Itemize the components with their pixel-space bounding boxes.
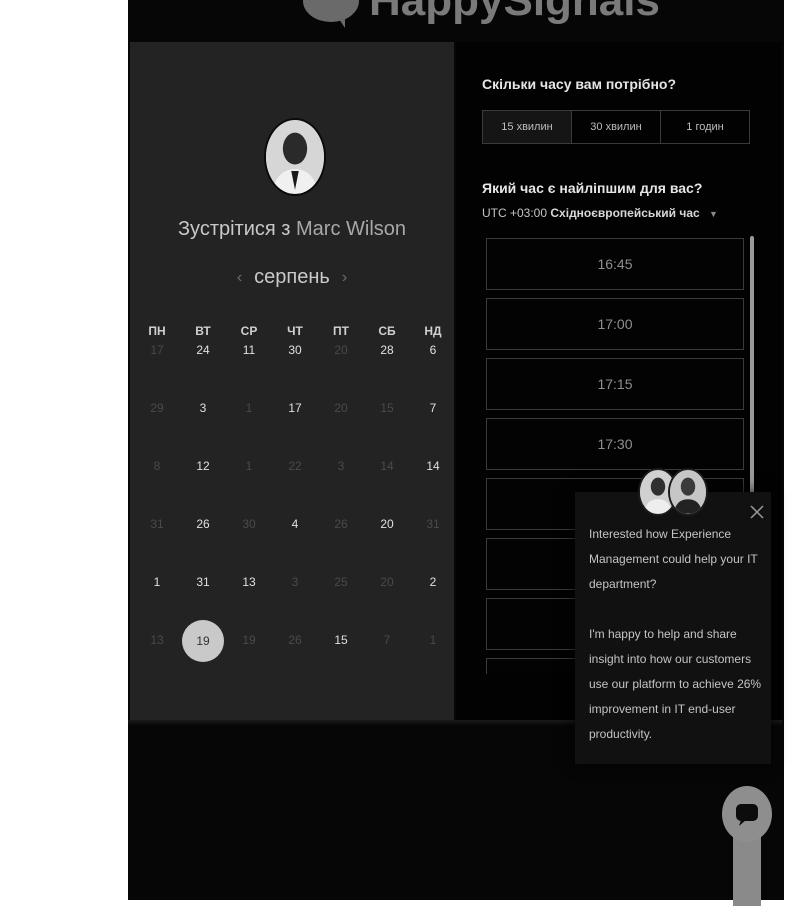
calendar-day[interactable]: 15 [318, 632, 364, 690]
calendar-day[interactable]: 14 [410, 458, 456, 516]
calendar-day: 3 [337, 459, 345, 473]
selected-day[interactable]: 19 [182, 620, 224, 662]
popup-paragraph: I'm happy to help and share insight into… [589, 627, 762, 741]
calendar-day[interactable]: 3 [180, 400, 226, 458]
calendar-day: 26 [288, 633, 302, 647]
meeting-title: Зустрітися з Marc Wilson [130, 218, 454, 241]
next-month-icon[interactable]: › [342, 269, 347, 287]
calendar-day: 14 [380, 459, 394, 473]
popup-message: Interested how Experience Management cou… [589, 522, 763, 772]
time-slot[interactable]: 17:30 [486, 418, 744, 470]
calendar-week: 29 3 1 17 20 15 7 [134, 400, 456, 458]
calendar-week: 17 24 11 30 20 28 6 [134, 342, 456, 400]
calendar-day: 7 [383, 633, 391, 647]
calendar-day[interactable]: 20 [364, 516, 410, 574]
duration-option-30[interactable]: 30 хвилин [572, 111, 661, 143]
brand-name: HappySignals [369, 0, 660, 25]
popup-paragraph: Interested how Experience Management cou… [589, 527, 758, 591]
timezone-selector[interactable]: UTC +03:00 Східноєвропейський час ▼ [482, 206, 718, 220]
weekday-label: ЧТ [287, 324, 303, 338]
calendar-day[interactable]: 28 [364, 342, 410, 400]
time-slot[interactable]: 17:15 [486, 358, 744, 410]
duration-selector: 15 хвилин 30 хвилин 1 годин [482, 110, 750, 144]
calendar-day[interactable]: 4 [272, 516, 318, 574]
brand-logo: HappySignals [303, 0, 660, 28]
calendar-day: 22 [288, 459, 302, 473]
calendar-week: 31 26 30 4 26 20 31 [134, 516, 456, 574]
calendar-day: 15 [380, 401, 394, 415]
weekday-label: НД [424, 324, 442, 338]
host-calendar-panel: Зустрітися з Marc Wilson ‹ серпень › ПН … [130, 42, 454, 720]
weekday-header: ПН ВТ СР ЧТ ПТ СБ НД [134, 324, 456, 338]
calendar-day[interactable]: 24 [180, 342, 226, 400]
month-label: серпень [254, 266, 330, 288]
calendar-week: 8 12 1 22 3 14 14 [134, 458, 456, 516]
calendar-day: 1 [245, 459, 253, 473]
weekday-label: ПН [148, 324, 166, 338]
chat-icon [736, 804, 758, 826]
calendar-day: 26 [334, 517, 348, 531]
calendar-day: 25 [334, 575, 348, 589]
calendar-day: 20 [334, 401, 348, 415]
timezone-offset: UTC +03:00 [482, 206, 548, 220]
time-slot-scrollbar[interactable] [750, 236, 754, 496]
meeting-prefix: Зустрітися з [177, 218, 291, 240]
calendar-day: 20 [334, 343, 348, 357]
calendar-week: 1 31 13 3 25 20 2 [134, 574, 456, 632]
calendar-day[interactable]: 1 [134, 574, 180, 632]
close-icon[interactable] [749, 504, 765, 520]
chat-popup: Interested how Experience Management cou… [575, 492, 771, 764]
duration-option-15[interactable]: 15 хвилин [483, 111, 572, 143]
host-name: Marc Wilson [296, 218, 407, 240]
calendar-day: 1 [429, 633, 437, 647]
calendar-day[interactable]: 17 [272, 400, 318, 458]
weekday-label: ВТ [195, 324, 211, 338]
calendar-day: 31 [426, 517, 440, 531]
caret-down-icon: ▼ [709, 209, 718, 219]
time-slot[interactable]: 17:00 [486, 298, 744, 350]
calendar-day: 3 [291, 575, 299, 589]
calendar-day: 31 [150, 517, 164, 531]
agent-avatar [668, 468, 708, 516]
calendar-day[interactable]: 11 [226, 342, 272, 400]
time-slot[interactable]: 16:45 [486, 238, 744, 290]
calendar-day: 13 [150, 633, 164, 647]
calendar-day: 1 [245, 401, 253, 415]
duration-option-60[interactable]: 1 годин [661, 111, 749, 143]
calendar-day: 8 [153, 459, 161, 473]
calendar-day[interactable]: 2 [410, 574, 456, 632]
agent-avatars [638, 468, 710, 518]
weekday-label: СБ [378, 324, 396, 338]
calendar-day[interactable]: 30 [272, 342, 318, 400]
duration-question: Скільки часу вам потрібно? [482, 76, 677, 92]
calendar-day[interactable]: 13 [226, 574, 272, 632]
chat-launcher-button[interactable] [722, 786, 772, 842]
month-navigation: ‹ серпень › [130, 266, 454, 289]
previous-month-icon[interactable]: ‹ [237, 269, 242, 287]
calendar-day: 20 [380, 575, 394, 589]
calendar-day[interactable]: 26 [180, 516, 226, 574]
calendar-day: 17 [150, 343, 164, 357]
calendar-week: 13 19 19 26 15 7 1 [134, 620, 456, 690]
timezone-name: Східноєвропейський час [550, 206, 700, 220]
calendar-day[interactable]: 6 [410, 342, 456, 400]
weekday-label: СР [240, 324, 258, 338]
weekday-label: ПТ [333, 324, 349, 338]
time-question: Який час є найліпшим для вас? [482, 180, 703, 196]
calendar-day: 29 [150, 401, 164, 415]
calendar-grid: ПН ВТ СР ЧТ ПТ СБ НД 17 24 11 30 20 28 6… [134, 324, 456, 690]
host-avatar [264, 118, 326, 196]
calendar-day[interactable]: 7 [410, 400, 456, 458]
calendar-day: 19 [242, 633, 256, 647]
speech-bubble-icon [303, 0, 359, 28]
calendar-day: 30 [242, 517, 256, 531]
calendar-day[interactable]: 12 [180, 458, 226, 516]
